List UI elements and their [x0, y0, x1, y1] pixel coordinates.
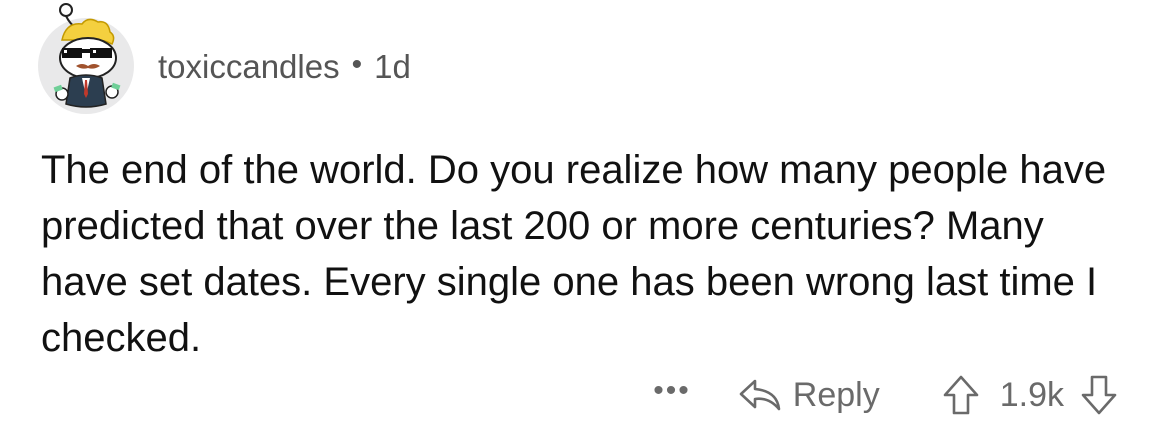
vote-controls: 1.9k: [942, 374, 1118, 416]
reply-button[interactable]: Reply: [737, 376, 880, 415]
more-options-button[interactable]: •••: [653, 374, 691, 408]
comment-meta: toxiccandles • 1d: [158, 48, 411, 86]
comment-age: 1d: [374, 48, 411, 85]
username-link[interactable]: toxiccandles: [158, 48, 340, 86]
meta-separator: •: [351, 48, 363, 81]
snoo-avatar-icon: [38, 3, 134, 114]
avatar[interactable]: [36, 0, 136, 115]
upvote-icon[interactable]: [942, 374, 980, 416]
comment-body: The end of the world. Do you realize how…: [41, 148, 1107, 360]
reply-arrow-icon: [737, 377, 783, 413]
downvote-icon[interactable]: [1080, 374, 1118, 416]
reply-label: Reply: [792, 375, 880, 414]
comment: toxiccandles • 1d The end of the world. …: [0, 0, 1170, 438]
vote-score: 1.9k: [999, 375, 1064, 414]
comment-actions: ••• Reply 1.9k: [653, 370, 1118, 420]
